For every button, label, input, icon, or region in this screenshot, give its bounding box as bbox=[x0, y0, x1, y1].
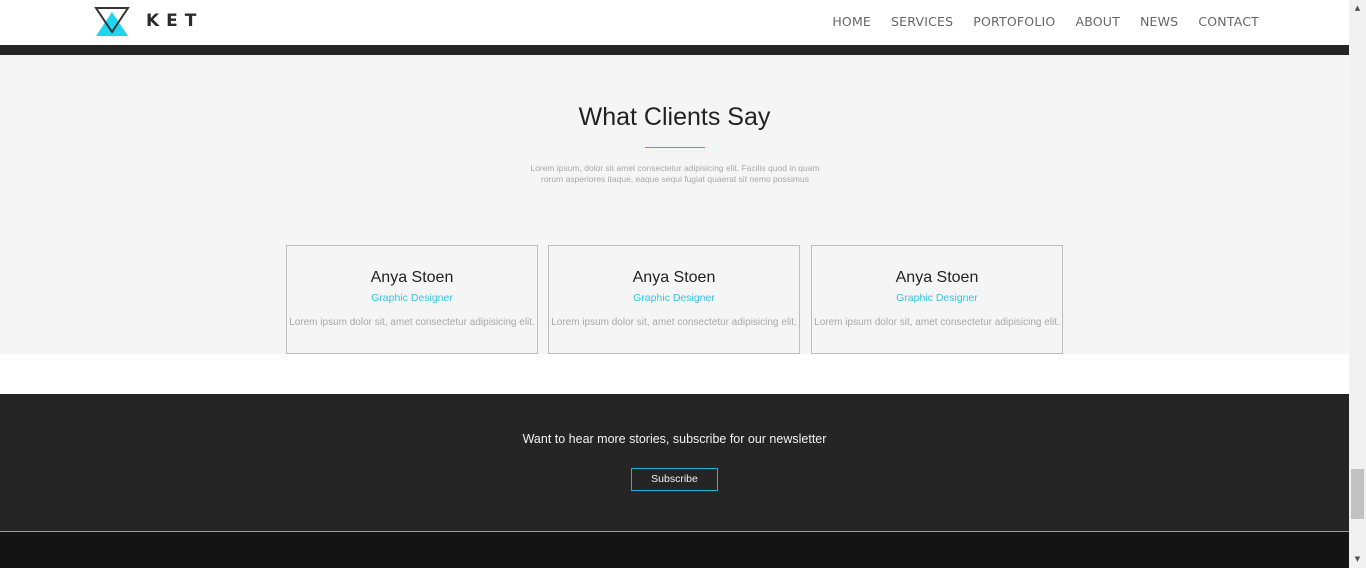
site-header: KET HOME SERVICES PORTOFOLIO ABOUT NEWS … bbox=[0, 0, 1349, 45]
nav-portofolio[interactable]: PORTOFOLIO bbox=[973, 14, 1055, 29]
nav-news[interactable]: NEWS bbox=[1140, 14, 1178, 29]
client-quote: Lorem ipsum dolor sit, amet consectetur … bbox=[551, 317, 797, 328]
client-quote: Lorem ipsum dolor sit, amet consectetur … bbox=[289, 317, 535, 328]
testimonial-card: Anya Stoen Graphic Designer Lorem ipsum … bbox=[286, 245, 538, 354]
testimonial-card: Anya Stoen Graphic Designer Lorem ipsum … bbox=[548, 245, 800, 354]
section-intro: Lorem ipsum, dolor sit amet consectetur … bbox=[530, 163, 820, 184]
brand-name[interactable]: KET bbox=[146, 11, 203, 31]
client-name: Anya Stoen bbox=[370, 269, 454, 286]
nav-about[interactable]: ABOUT bbox=[1075, 14, 1120, 29]
nav-services[interactable]: SERVICES bbox=[891, 14, 953, 29]
section-title: What Clients Say bbox=[578, 103, 771, 131]
main-nav: HOME SERVICES PORTOFOLIO ABOUT NEWS CONT… bbox=[832, 14, 1259, 29]
nav-contact[interactable]: CONTACT bbox=[1198, 14, 1259, 29]
client-role: Graphic Designer bbox=[633, 292, 715, 304]
testimonials-section: What Clients Say Lorem ipsum, dolor sit … bbox=[0, 55, 1349, 354]
scroll-down-arrow-icon[interactable]: ▼ bbox=[1349, 551, 1366, 568]
scroll-up-arrow-icon[interactable]: ▲ bbox=[1349, 0, 1366, 17]
client-name: Anya Stoen bbox=[632, 269, 716, 286]
newsletter-section: Want to hear more stories, subscribe for… bbox=[0, 394, 1349, 531]
subscribe-button[interactable]: Subscribe bbox=[631, 468, 718, 491]
page-scrollbar[interactable]: ▲ ▼ bbox=[1349, 0, 1366, 568]
newsletter-text: Want to hear more stories, subscribe for… bbox=[522, 432, 827, 446]
header-bottom-strip bbox=[0, 45, 1349, 55]
triangle-logo-icon[interactable] bbox=[94, 6, 130, 38]
client-name: Anya Stoen bbox=[895, 269, 979, 286]
client-quote: Lorem ipsum dolor sit, amet consectetur … bbox=[814, 317, 1060, 328]
site-footer bbox=[0, 532, 1349, 568]
client-role: Graphic Designer bbox=[371, 292, 453, 304]
scroll-thumb[interactable] bbox=[1351, 469, 1364, 519]
client-role: Graphic Designer bbox=[896, 292, 978, 304]
testimonial-card: Anya Stoen Graphic Designer Lorem ipsum … bbox=[811, 245, 1063, 354]
nav-home[interactable]: HOME bbox=[832, 14, 871, 29]
title-divider bbox=[645, 147, 705, 148]
